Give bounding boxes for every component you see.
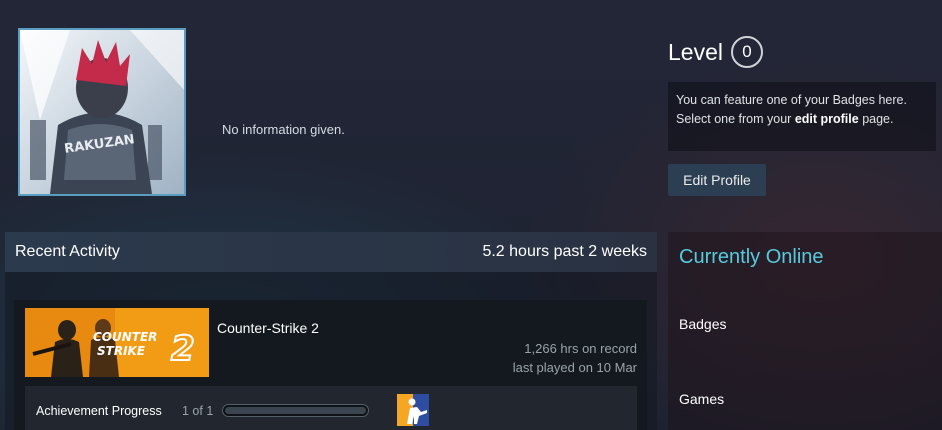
- achievement-progress-label[interactable]: Achievement Progress: [36, 404, 162, 418]
- badge-notice-line1: You can feature one of your Badges here.: [676, 93, 907, 107]
- badge-notice-line2: Select one from your edit profile page.: [676, 110, 928, 129]
- recent-activity-hours: 5.2 hours past 2 weeks: [482, 243, 647, 260]
- sidebar-item-games[interactable]: Games: [679, 391, 724, 407]
- recent-activity-title: Recent Activity: [15, 243, 120, 260]
- featured-badge-notice: You can feature one of your Badges here.…: [668, 82, 936, 151]
- profile-level: Level 0: [668, 36, 763, 68]
- achievement-count: 1 of 1: [182, 404, 214, 418]
- capsule-line1: COUNTER: [93, 330, 157, 344]
- sidebar-item-badges[interactable]: Badges: [679, 316, 726, 332]
- edit-profile-button[interactable]: Edit Profile: [668, 164, 766, 196]
- achievement-progress-fill: [225, 407, 366, 414]
- badge-notice-prefix: Select one from your: [676, 112, 795, 126]
- capsule-number: 2: [171, 329, 195, 369]
- achievement-progress-bar: [222, 404, 369, 417]
- level-badge[interactable]: 0: [730, 36, 763, 68]
- game-hours-on-record: 1,266 hrs on record: [524, 341, 637, 356]
- game-capsule-image[interactable]: COUNTER STRIKE 2: [25, 308, 209, 377]
- badge-notice-suffix: page.: [858, 112, 894, 126]
- game-name[interactable]: Counter-Strike 2: [217, 320, 319, 336]
- online-status: Currently Online: [679, 246, 824, 268]
- game-last-played: last played on 10 Mar: [512, 360, 637, 375]
- profile-summary: No information given.: [222, 122, 345, 137]
- recent-activity-header: Recent Activity 5.2 hours past 2 weeks: [5, 232, 657, 272]
- profile-avatar[interactable]: RAKUZAN: [18, 28, 186, 196]
- achievement-icon[interactable]: [397, 394, 429, 426]
- level-label: Level: [668, 38, 723, 65]
- edit-profile-link[interactable]: edit profile: [795, 112, 859, 126]
- capsule-line2: STRIKE: [97, 344, 146, 358]
